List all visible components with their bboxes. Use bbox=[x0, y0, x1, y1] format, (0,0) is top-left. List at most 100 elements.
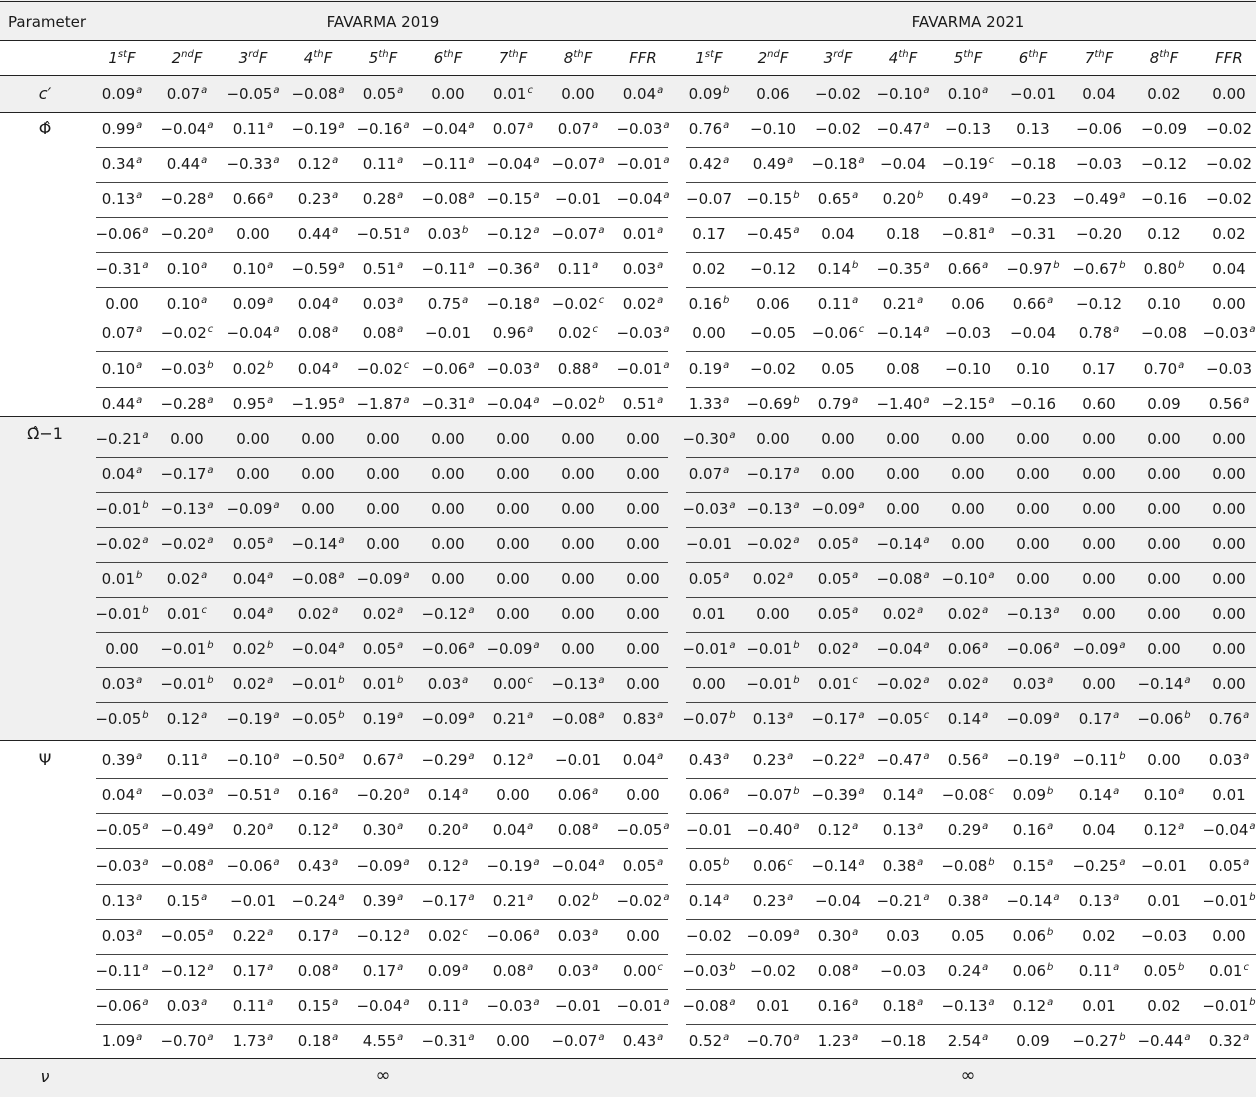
table-cell: −0.04a bbox=[356, 997, 410, 1015]
table-cell: 0.05a bbox=[622, 857, 664, 875]
table-cell: 0.00 bbox=[431, 85, 465, 103]
group-label: Ψ bbox=[38, 750, 52, 769]
table-cell: −0.08a bbox=[682, 997, 736, 1015]
table-cell: −0.01 bbox=[555, 190, 601, 208]
table-cell: −0.05b bbox=[95, 710, 149, 728]
table-cell: −0.01 bbox=[686, 535, 732, 553]
table-cell: −0.13 bbox=[945, 120, 991, 138]
table-cell: −0.02 bbox=[815, 120, 861, 138]
table-cell: 0.32a bbox=[1208, 1032, 1250, 1050]
table-cell: 0.51a bbox=[362, 260, 404, 278]
table-cell: 0.10a bbox=[232, 260, 274, 278]
table-cell: 0.00 bbox=[561, 605, 595, 623]
row-separator bbox=[96, 527, 668, 528]
table-cell: 0.04a bbox=[101, 465, 143, 483]
table-cell: −0.03a bbox=[616, 324, 670, 342]
table-cell: 0.44a bbox=[166, 155, 208, 173]
table-cell: 0.00 bbox=[756, 605, 790, 623]
table-cell: −0.16 bbox=[1141, 190, 1187, 208]
table-cell: 0.12a bbox=[817, 821, 859, 839]
table-cell: −0.12 bbox=[1141, 155, 1187, 173]
row-separator bbox=[96, 217, 668, 218]
table-cell: 0.00 bbox=[626, 640, 660, 658]
table-cell: −0.12a bbox=[486, 225, 540, 243]
table-cell: 0.10a bbox=[101, 360, 143, 378]
table-cell: 0.00 bbox=[951, 465, 985, 483]
table-cell: 0.03 bbox=[886, 927, 920, 945]
model-underline bbox=[686, 40, 1256, 41]
table-cell: −0.02a bbox=[616, 892, 670, 910]
table-cell: −0.25a bbox=[1072, 857, 1126, 875]
table-cell: 0.78a bbox=[1078, 324, 1120, 342]
table-cell: −0.01 bbox=[230, 892, 276, 910]
table-cell: 0.09b bbox=[688, 85, 730, 103]
table-cell: −0.02a bbox=[95, 535, 149, 553]
table-cell: −0.20 bbox=[1076, 225, 1122, 243]
table-cell: 0.14a bbox=[688, 892, 730, 910]
table-cell: 0.09a bbox=[232, 295, 274, 313]
table-cell: −0.10 bbox=[945, 360, 991, 378]
table-cell: −0.01b bbox=[291, 675, 345, 693]
table-cell: 0.08a bbox=[492, 962, 534, 980]
table-cell: 0.00 bbox=[1212, 295, 1246, 313]
table-cell: 0.10 bbox=[1147, 295, 1181, 313]
table-cell: 0.11a bbox=[817, 295, 859, 313]
table-cell: −0.03a bbox=[682, 500, 736, 518]
row-separator bbox=[686, 287, 1256, 288]
table-cell: 0.00 bbox=[626, 535, 660, 553]
table-cell: 0.18a bbox=[297, 1032, 339, 1050]
table-cell: −1.87a bbox=[356, 395, 410, 413]
table-cell: 1.09a bbox=[101, 1032, 143, 1050]
table-cell: −0.13a bbox=[941, 997, 995, 1015]
row-separator bbox=[96, 252, 668, 253]
table-cell: −0.01b bbox=[95, 500, 149, 518]
table-cell: −0.10a bbox=[876, 85, 930, 103]
table-cell: −0.03 bbox=[1076, 155, 1122, 173]
table-cell: 0.17a bbox=[232, 962, 274, 980]
model-underline bbox=[96, 40, 668, 41]
table-cell: 0.15a bbox=[297, 997, 339, 1015]
table-cell: −0.09 bbox=[1141, 120, 1187, 138]
table-cell: 0.00 bbox=[626, 500, 660, 518]
table-cell: −0.12a bbox=[356, 927, 410, 945]
table-cell: 0.03a bbox=[362, 295, 404, 313]
table-cell: −0.06b bbox=[1137, 710, 1191, 728]
table-cell: 0.05a bbox=[362, 640, 404, 658]
row-separator bbox=[96, 147, 668, 148]
table-cell: 0.00 bbox=[496, 786, 530, 804]
table-cell: −0.17a bbox=[746, 465, 800, 483]
table-cell: −0.08a bbox=[160, 857, 214, 875]
table-cell: 0.00 bbox=[561, 465, 595, 483]
table-cell: 0.16a bbox=[817, 997, 859, 1015]
table-cell: −0.27b bbox=[1072, 1032, 1126, 1050]
group-label: Ω̂−1 bbox=[27, 424, 63, 443]
table-cell: −0.50a bbox=[291, 751, 345, 769]
table-cell: 0.05 bbox=[821, 360, 855, 378]
table-cell: 0.00 bbox=[561, 85, 595, 103]
table-cell: −0.01a bbox=[616, 155, 670, 173]
table-cell: 0.00 bbox=[1147, 535, 1181, 553]
table-cell: 0.00 bbox=[1082, 465, 1116, 483]
table-cell: −0.13a bbox=[160, 500, 214, 518]
table-cell: 0.07a bbox=[688, 465, 730, 483]
table-cell: −0.04 bbox=[1010, 324, 1056, 342]
table-cell: 0.13a bbox=[1078, 892, 1120, 910]
table-cell: 0.20a bbox=[427, 821, 469, 839]
table-cell: −0.03 bbox=[1141, 927, 1187, 945]
table-cell: 0.00 bbox=[561, 570, 595, 588]
table-cell: 0.02a bbox=[947, 605, 989, 623]
table-cell: −0.40a bbox=[746, 821, 800, 839]
table-cell: −0.16a bbox=[356, 120, 410, 138]
table-cell: −0.14a bbox=[811, 857, 865, 875]
table-cell: 0.00 bbox=[1147, 751, 1181, 769]
table-cell: −0.06a bbox=[1006, 640, 1060, 658]
table-cell: −0.04 bbox=[815, 892, 861, 910]
table-cell: 0.75a bbox=[427, 295, 469, 313]
parameter-table: Parameter FAVARMA 2019 FAVARMA 2021 1stF 2nd… bbox=[0, 0, 1256, 1097]
table-cell: 0.02a bbox=[947, 675, 989, 693]
table-cell: −0.05a bbox=[160, 927, 214, 945]
row-separator bbox=[686, 919, 1256, 920]
table-cell: 0.05a bbox=[232, 535, 274, 553]
column-header: FFR bbox=[629, 49, 657, 67]
table-cell: 0.00 bbox=[1016, 465, 1050, 483]
